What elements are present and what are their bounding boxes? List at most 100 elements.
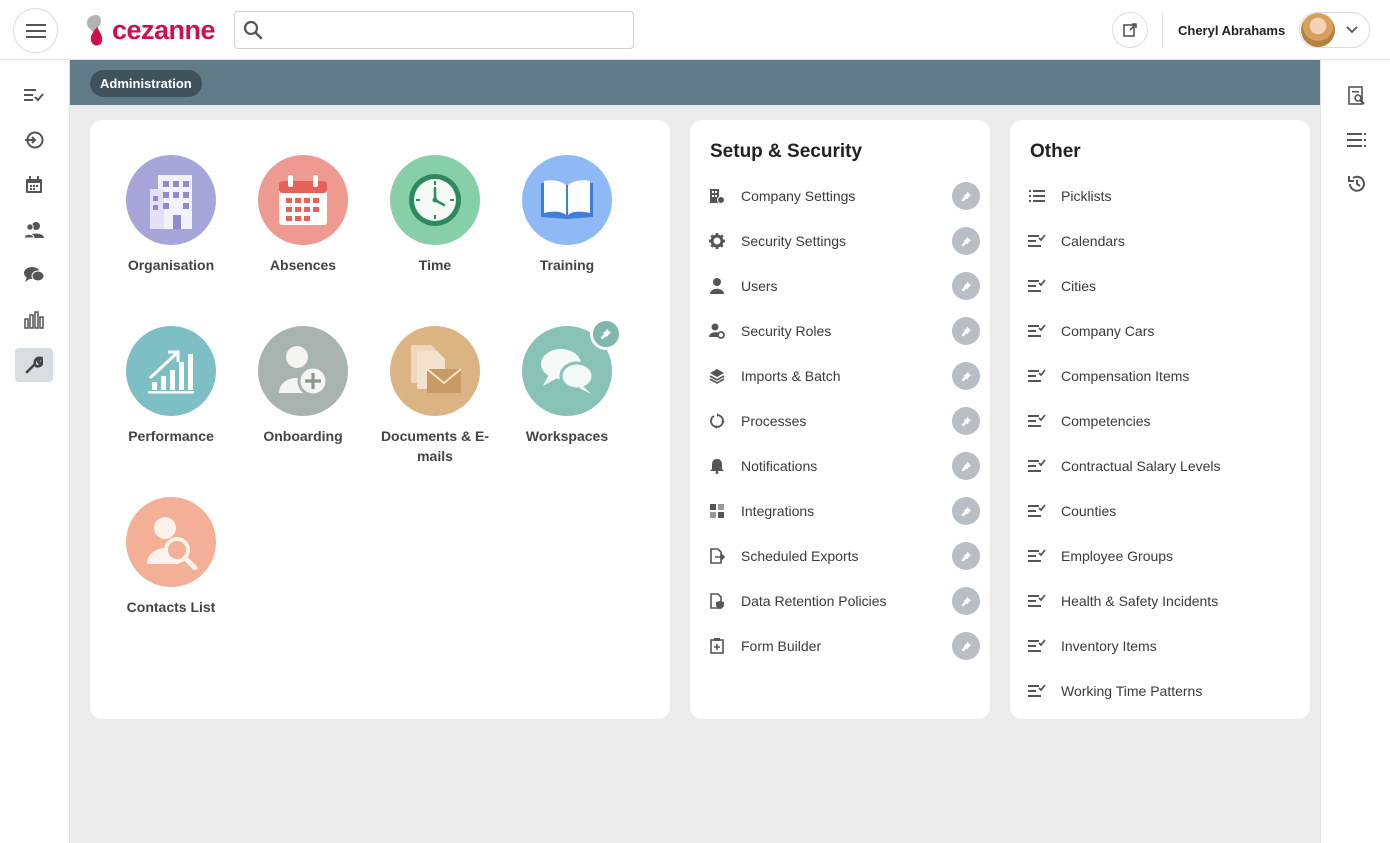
nav-tasks[interactable] <box>15 78 53 112</box>
checklist-icon <box>1027 636 1047 656</box>
module-workspaces[interactable]: Workspaces <box>501 318 633 446</box>
other-item-calendars[interactable]: Calendars <box>1027 226 1300 256</box>
pin-button[interactable] <box>952 452 980 480</box>
pin-icon <box>961 641 971 651</box>
search-document-icon <box>1348 86 1365 105</box>
module-contacts-list[interactable]: Contacts List <box>105 497 237 617</box>
setup-item-form-builder[interactable]: Form Builder <box>707 631 980 661</box>
pin-button[interactable] <box>952 227 980 255</box>
module-absences[interactable]: Absences <box>237 155 369 275</box>
pin-button[interactable] <box>952 407 980 435</box>
pin-button[interactable] <box>952 317 980 345</box>
module-time[interactable]: Time <box>369 155 501 275</box>
setup-item-imports-batch[interactable]: Imports & Batch <box>707 361 980 391</box>
user-menu[interactable]: Cheryl Abrahams <box>1172 12 1370 48</box>
open-external-button[interactable] <box>1112 12 1148 48</box>
pin-icon <box>961 461 971 471</box>
other-item-contractual-salary-levels[interactable]: Contractual Salary Levels <box>1027 451 1300 481</box>
other-item-counties[interactable]: Counties <box>1027 496 1300 526</box>
setup-item-label: Security Settings <box>741 233 847 249</box>
other-item-label: Compensation Items <box>1061 368 1190 384</box>
module-documents-emails[interactable]: Documents & E-mails <box>369 326 501 466</box>
pin-button[interactable] <box>952 497 980 525</box>
module-training[interactable]: Training <box>501 155 633 275</box>
pin-button[interactable] <box>952 542 980 570</box>
setup-item-users[interactable]: Users <box>707 271 980 301</box>
pin-icon <box>961 236 971 246</box>
checklist-icon <box>1027 411 1047 431</box>
nav-reports[interactable] <box>15 303 53 337</box>
add-person-icon <box>279 346 329 397</box>
breadcrumb[interactable]: Administration <box>90 70 202 97</box>
form-builder-icon <box>707 636 727 656</box>
module-performance[interactable]: Performance <box>105 326 237 446</box>
performance-circle <box>126 326 216 416</box>
pin-icon <box>961 506 971 516</box>
module-label: Performance <box>128 428 214 444</box>
checklist-icon <box>1027 681 1047 701</box>
open-book-icon <box>541 180 593 219</box>
setup-item-processes[interactable]: Processes <box>707 406 980 436</box>
module-organisation[interactable]: Organisation <box>105 155 237 275</box>
brand-logo[interactable]: cezanne <box>84 13 216 47</box>
setup-security-card: Setup & Security Company Settings Securi… <box>690 120 990 719</box>
right-nav-list[interactable] <box>1341 124 1373 156</box>
logo-mark-icon <box>86 15 103 46</box>
setup-item-label: Scheduled Exports <box>741 548 859 564</box>
right-sidebar <box>1320 60 1390 843</box>
export-file-icon <box>707 546 727 566</box>
other-item-label: Employee Groups <box>1061 548 1174 564</box>
right-nav-search-document[interactable] <box>1341 80 1373 112</box>
pin-button[interactable] <box>952 272 980 300</box>
login-icon <box>25 131 44 149</box>
other-item-label: Health & Safety Incidents <box>1061 593 1219 609</box>
checklist-icon <box>1027 546 1047 566</box>
modules-card: Organisation Absences Time Training Perf… <box>90 120 670 719</box>
other-item-compensation-items[interactable]: Compensation Items <box>1027 361 1300 391</box>
other-item-inventory-items[interactable]: Inventory Items <box>1027 631 1300 661</box>
other-item-health-safety-incidents[interactable]: Health & Safety Incidents <box>1027 586 1300 616</box>
workspaces-pin-button[interactable] <box>590 318 622 350</box>
training-circle <box>522 155 612 245</box>
bar-chart-icon <box>24 311 44 329</box>
hamburger-menu-button[interactable] <box>13 8 58 53</box>
nav-login[interactable] <box>15 123 53 157</box>
contacts-circle <box>126 497 216 587</box>
avatar[interactable] <box>1301 13 1335 47</box>
setup-item-company-settings[interactable]: Company Settings <box>707 181 980 211</box>
other-item-cities[interactable]: Cities <box>1027 271 1300 301</box>
other-item-competencies[interactable]: Competencies <box>1027 406 1300 436</box>
checklist-icon <box>1027 231 1047 251</box>
other-item-label: Calendars <box>1061 233 1125 249</box>
search-input[interactable] <box>269 13 633 47</box>
other-item-employee-groups[interactable]: Employee Groups <box>1027 541 1300 571</box>
nav-people[interactable] <box>15 213 53 247</box>
pin-button[interactable] <box>952 362 980 390</box>
other-item-picklists[interactable]: Picklists <box>1027 181 1300 211</box>
other-item-label: Company Cars <box>1061 323 1155 339</box>
pin-button[interactable] <box>952 632 980 660</box>
other-item-working-time-patterns[interactable]: Working Time Patterns <box>1027 676 1300 706</box>
setup-item-label: Data Retention Policies <box>741 593 887 609</box>
setup-item-data-retention-policies[interactable]: Data Retention Policies <box>707 586 980 616</box>
list-menu-icon <box>1347 133 1366 147</box>
other-item-company-cars[interactable]: Company Cars <box>1027 316 1300 346</box>
checklist-icon <box>1027 501 1047 521</box>
pin-button[interactable] <box>952 587 980 615</box>
nav-calendar[interactable] <box>15 168 53 202</box>
setup-item-scheduled-exports[interactable]: Scheduled Exports <box>707 541 980 571</box>
setup-item-notifications[interactable]: Notifications <box>707 451 980 481</box>
setup-item-integrations[interactable]: Integrations <box>707 496 980 526</box>
chevron-down-icon[interactable] <box>1344 21 1360 37</box>
puzzle-icon <box>707 501 727 521</box>
pin-button[interactable] <box>952 182 980 210</box>
setup-item-label: Company Settings <box>741 188 856 204</box>
nav-administration[interactable] <box>15 348 53 382</box>
nav-chat[interactable] <box>15 258 53 292</box>
setup-item-security-settings[interactable]: Security Settings <box>707 226 980 256</box>
chat-bubbles-icon <box>541 349 595 394</box>
search-box[interactable] <box>234 11 634 49</box>
right-nav-history[interactable] <box>1341 168 1373 200</box>
module-onboarding[interactable]: Onboarding <box>237 326 369 446</box>
setup-item-security-roles[interactable]: Security Roles <box>707 316 980 346</box>
